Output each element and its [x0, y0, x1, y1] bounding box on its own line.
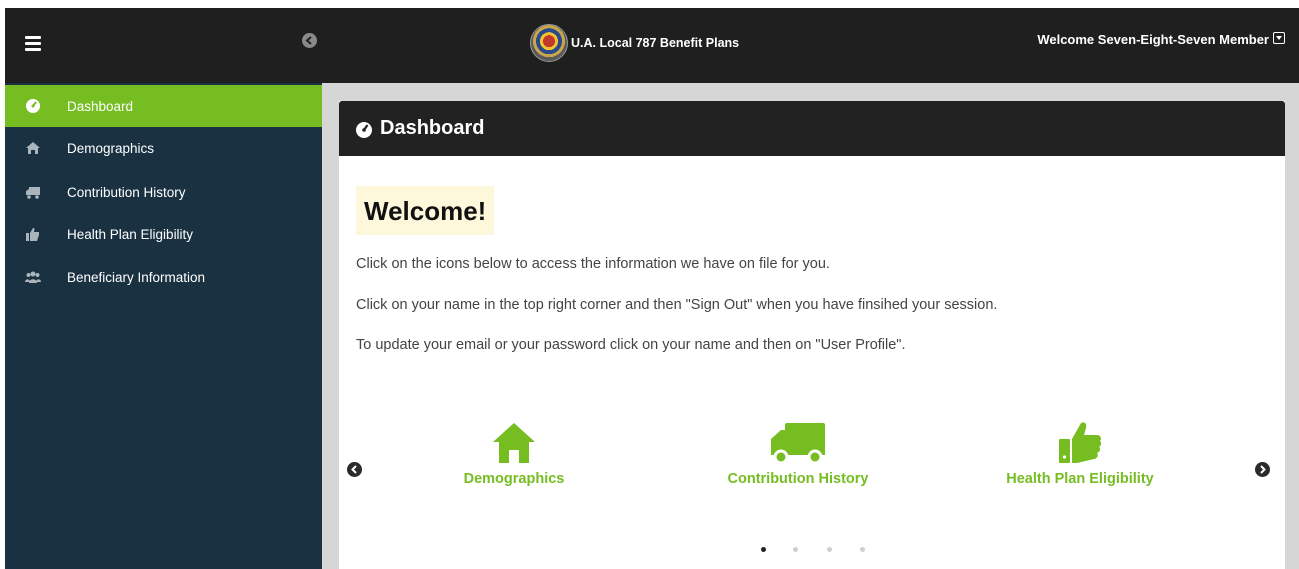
carousel-prev-icon[interactable] [347, 462, 362, 477]
truck-icon [771, 423, 825, 465]
sidebar: Dashboard Demographics Contribution Hist… [5, 83, 322, 569]
carousel-dot[interactable] [860, 547, 865, 552]
sidebar-item-label: Health Plan Eligibility [67, 226, 194, 242]
tile-contribution-history[interactable]: Contribution History [698, 419, 898, 487]
page-title: Dashboard [380, 117, 485, 139]
sidebar-item-contribution-history[interactable]: Contribution History [5, 171, 322, 213]
hamburger-menu-icon[interactable] [25, 36, 41, 51]
user-menu[interactable]: Welcome Seven-Eight-Seven Member [1037, 32, 1269, 47]
users-icon [25, 269, 41, 285]
truck-icon [25, 184, 41, 200]
sidebar-item-beneficiary-information[interactable]: Beneficiary Information [5, 256, 322, 298]
sidebar-item-demographics[interactable]: Demographics [5, 127, 322, 169]
dashboard-icon [25, 98, 41, 114]
brand[interactable]: U.A. Local 787 Benefit Plans [530, 23, 739, 63]
tile-label: Demographics [463, 471, 565, 487]
tile-demographics[interactable]: Demographics [414, 419, 614, 487]
tile-health-plan-eligibility[interactable]: Health Plan Eligibility [980, 419, 1180, 487]
instruction-text: Click on the icons below to access the i… [356, 256, 830, 272]
sidebar-item-label: Dashboard [67, 98, 134, 114]
app-frame: U.A. Local 787 Benefit Plans Welcome Sev… [5, 8, 1299, 569]
instruction-text: Click on your name in the top right corn… [356, 297, 998, 313]
welcome-heading: Welcome! [356, 186, 495, 235]
carousel-next-icon[interactable] [1255, 462, 1270, 477]
thumbs-up-icon [25, 226, 41, 242]
collapse-sidebar-arrow-icon[interactable] [302, 33, 317, 48]
carousel-dot[interactable] [793, 547, 798, 552]
sidebar-item-label: Contribution History [67, 184, 186, 200]
carousel-dot[interactable] [761, 547, 766, 552]
instruction-text: To update your email or your password cl… [356, 337, 906, 353]
tile-label: Health Plan Eligibility [1006, 471, 1154, 487]
brand-title: U.A. Local 787 Benefit Plans [571, 36, 740, 50]
thumbs-up-icon [1059, 422, 1102, 463]
sidebar-item-health-plan-eligibility[interactable]: Health Plan Eligibility [5, 213, 322, 255]
carousel-dot[interactable] [827, 547, 832, 552]
dashboard-icon [354, 119, 374, 139]
sidebar-item-dashboard[interactable]: Dashboard [5, 85, 322, 127]
dropdown-caret-icon[interactable] [1273, 32, 1285, 44]
panel-header: Dashboard [339, 101, 1285, 156]
union-logo [530, 24, 568, 62]
sidebar-item-label: Demographics [67, 140, 155, 156]
sidebar-item-label: Beneficiary Information [67, 269, 206, 285]
dashboard-panel: Dashboard Welcome! Click on the icons be… [339, 101, 1285, 569]
top-bar: U.A. Local 787 Benefit Plans Welcome Sev… [5, 8, 1299, 83]
tile-label: Contribution History [727, 471, 869, 487]
home-icon [25, 140, 41, 156]
home-icon [493, 423, 535, 463]
